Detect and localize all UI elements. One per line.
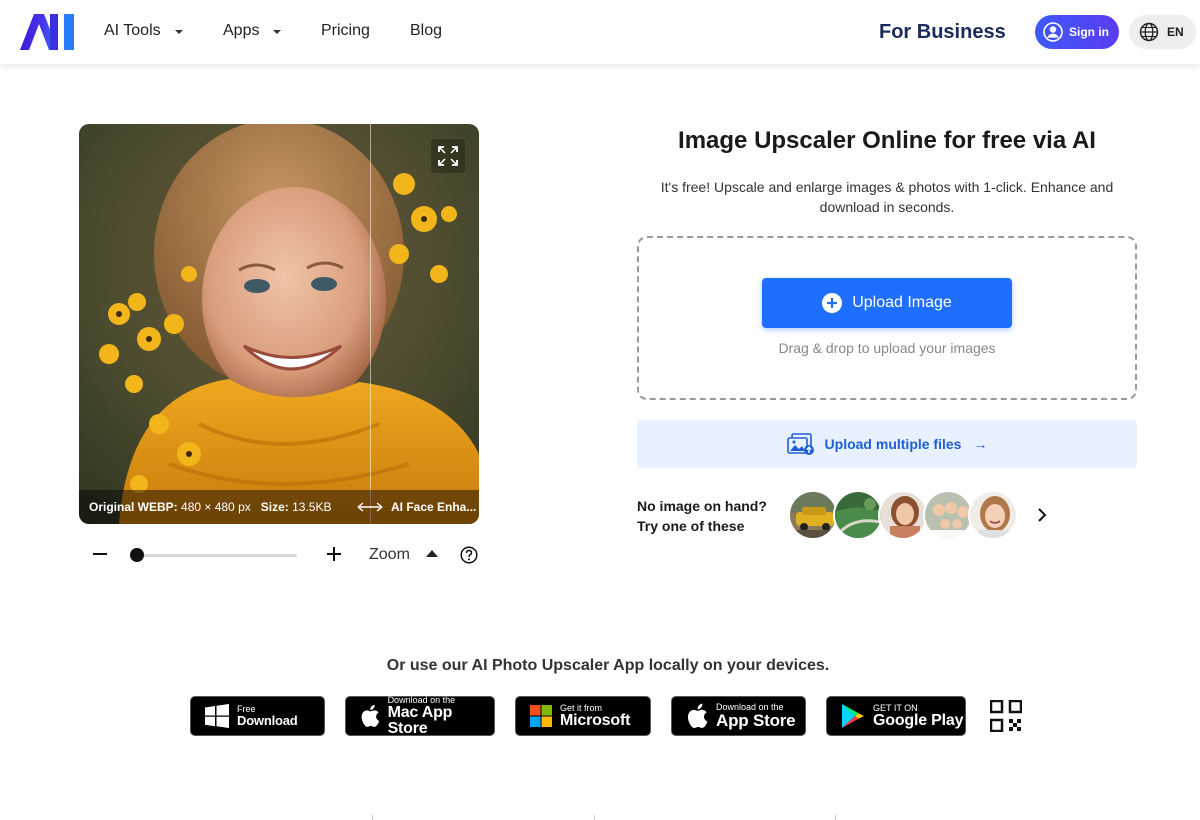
zoom-in-button[interactable]	[326, 546, 342, 562]
image-info-bar: Original WEBP: 480 × 480 px Size: 13.5KB…	[79, 490, 479, 524]
google-play-button[interactable]: GET IT ON Google Play	[826, 696, 966, 736]
mac-app-store-button[interactable]: Download on the Mac App Store	[345, 695, 495, 736]
zoom-label: Zoom	[369, 546, 410, 563]
apple-icon	[687, 703, 708, 729]
nav-ai-tools[interactable]: AI Tools	[104, 22, 183, 40]
section-divider	[835, 815, 836, 820]
sample-thumbnail-landscape[interactable]	[833, 490, 883, 540]
fullscreen-button[interactable]	[431, 139, 465, 173]
microsoft-icon	[530, 705, 552, 727]
sample-images-prompt: No image on hand? Try one of these	[637, 498, 767, 534]
section-divider	[372, 815, 373, 820]
chevron-right-icon[interactable]	[1036, 508, 1048, 522]
zoom-slider-track[interactable]	[131, 554, 297, 557]
drag-drop-hint: Drag & drop to upload your images	[778, 340, 996, 356]
expand-icon	[438, 146, 458, 166]
sample-thumbnail-portrait-smile[interactable]	[968, 490, 1018, 540]
upload-image-button[interactable]: Upload Image	[762, 278, 1012, 328]
sample-thumbnail-car[interactable]	[788, 490, 838, 540]
chevron-down-icon	[273, 30, 282, 34]
section-divider	[594, 815, 595, 820]
microsoft-store-button[interactable]: Get it from Microsoft	[515, 696, 651, 736]
top-nav: AI Tools Apps Pricing Blog For Business …	[0, 0, 1200, 64]
language-selector[interactable]: EN	[1129, 15, 1196, 49]
sample-portrait-image	[79, 124, 479, 524]
nav-pricing[interactable]: Pricing	[321, 22, 370, 40]
multiple-images-icon	[786, 433, 814, 455]
windows-download-button[interactable]: Free Download	[190, 696, 325, 736]
arrow-right-icon: →	[973, 436, 988, 452]
windows-icon	[205, 704, 229, 728]
compare-arrows-icon	[357, 502, 383, 512]
logo-icon[interactable]	[20, 14, 74, 50]
sample-thumbnail-family[interactable]	[923, 490, 973, 540]
sample-thumbnail-portrait-woman[interactable]	[878, 490, 928, 540]
plus-circle-icon	[822, 293, 843, 313]
globe-icon	[1139, 22, 1159, 42]
chevron-down-icon	[174, 30, 183, 34]
google-play-icon	[842, 704, 864, 728]
qr-code-icon[interactable]	[990, 700, 1022, 732]
help-icon[interactable]	[460, 546, 478, 564]
apps-section-title: Or use our AI Photo Upscaler App locally…	[386, 657, 830, 674]
for-business-link[interactable]: For Business	[879, 21, 1006, 44]
nav-apps[interactable]: Apps	[223, 22, 282, 40]
zoom-out-button[interactable]	[92, 546, 108, 562]
page-title: Image Upscaler Online for free via AI	[678, 127, 1096, 154]
upload-multiple-files-button[interactable]: Upload multiple files →	[637, 420, 1137, 468]
page-subtitle: It's free! Upscale and enlarge images & …	[660, 179, 1114, 215]
app-store-button[interactable]: Download on the App Store	[671, 696, 806, 736]
nav-blog[interactable]: Blog	[410, 22, 442, 40]
sign-in-button[interactable]: Sign in	[1035, 15, 1119, 49]
zoom-slider-thumb[interactable]	[130, 548, 144, 562]
image-comparison-preview[interactable]: Original WEBP: 480 × 480 px Size: 13.5KB…	[79, 124, 479, 524]
user-icon	[1043, 22, 1063, 42]
zoom-dropdown-toggle-icon[interactable]	[426, 550, 438, 557]
comparison-split-handle[interactable]	[370, 124, 371, 524]
apple-icon	[361, 704, 380, 727]
